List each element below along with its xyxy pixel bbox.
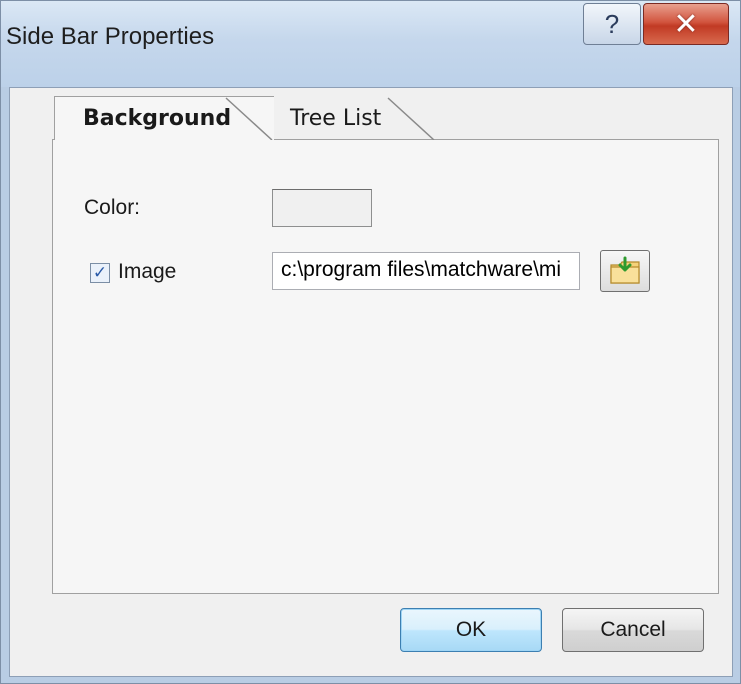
cancel-button[interactable]: Cancel — [562, 608, 704, 652]
dialog-window: Side Bar Properties ? ✕ Background Tree … — [0, 0, 741, 684]
tab-tree-list-label: Tree List — [290, 105, 382, 131]
tab-background-label: Background — [83, 106, 232, 131]
folder-with-green-arrow-icon — [610, 256, 640, 284]
tab-panel-background — [52, 139, 719, 594]
title-bar[interactable]: Side Bar Properties ? ✕ — [1, 1, 740, 87]
tab-divider — [225, 97, 273, 140]
window-title: Side Bar Properties — [6, 23, 215, 50]
color-swatch[interactable] — [272, 189, 372, 227]
question-mark-icon: ? — [604, 8, 620, 39]
tab-divider — [387, 97, 435, 140]
dialog-client-area: Background Tree List Color: ✓ Image c:\p… — [9, 87, 733, 677]
image-path-input[interactable]: c:\program files\matchware\mi — [272, 252, 580, 290]
image-checkbox-label[interactable]: Image — [118, 260, 176, 284]
browse-image-button[interactable] — [600, 250, 650, 292]
close-button[interactable]: ✕ — [643, 3, 729, 45]
help-button[interactable]: ? — [583, 3, 641, 45]
checkmark-icon: ✓ — [92, 262, 108, 283]
color-label: Color: — [84, 196, 141, 219]
close-icon: ✕ — [673, 6, 699, 42]
image-checkbox[interactable]: ✓ — [90, 263, 110, 283]
ok-button[interactable]: OK — [400, 608, 542, 652]
